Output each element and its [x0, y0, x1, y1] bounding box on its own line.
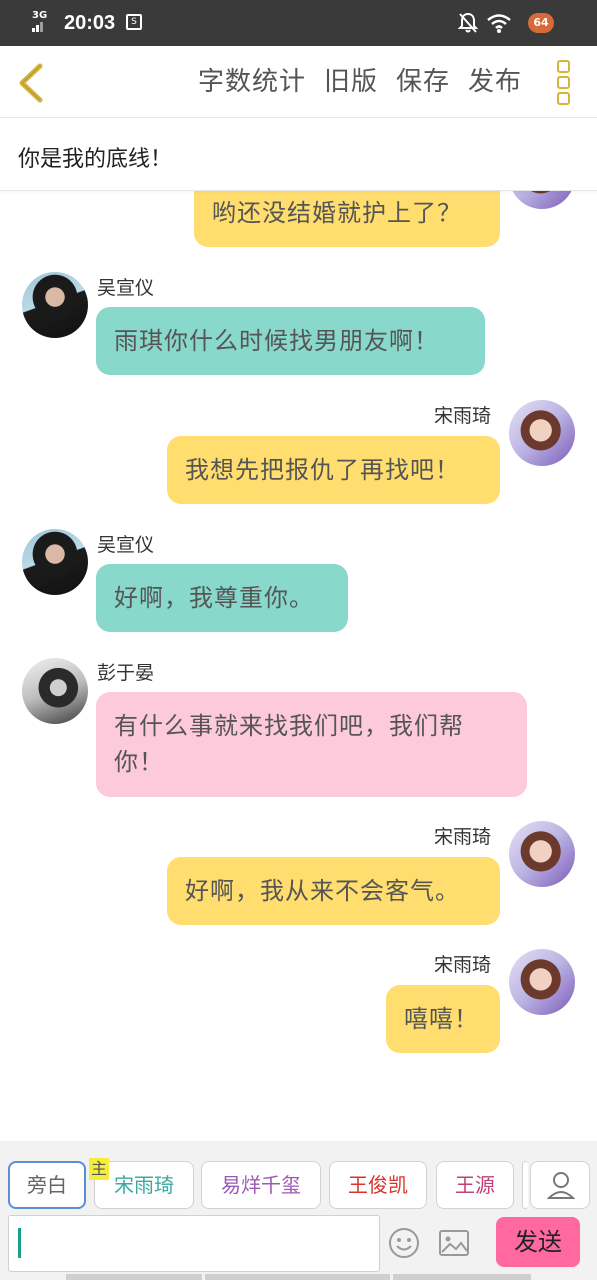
message-bubble[interactable]: 哟还没结婚就护上了？: [194, 191, 500, 247]
message-text-line: 你！: [114, 748, 164, 776]
battery-icon: 64: [520, 12, 554, 34]
text-cursor: [18, 1228, 21, 1258]
toolbar-actions: 字数统计 旧版 保存 发布: [198, 64, 522, 100]
speaker-name: 宋雨琦: [434, 826, 492, 848]
avatar[interactable]: [509, 191, 575, 209]
main-role-tag: 主: [89, 1158, 110, 1180]
mute-bell-icon: [458, 12, 478, 33]
role-selector: 旁白 主 宋雨琦 易烊千玺 王俊凯 王源: [0, 1141, 597, 1213]
message-text-line: 有什么事就来找我们吧，我们帮: [114, 712, 464, 740]
role-item-partial[interactable]: [522, 1161, 528, 1209]
back-arrow-icon[interactable]: [14, 62, 50, 104]
role-item[interactable]: 王源: [436, 1161, 514, 1209]
message-bubble[interactable]: 好啊，我从来不会客气。: [167, 857, 500, 925]
sim-icon: S: [126, 14, 142, 30]
message-bubble[interactable]: 嘻嘻！: [386, 985, 500, 1053]
speaker-name: 宋雨琦: [434, 405, 492, 427]
message-bubble[interactable]: 有什么事就来找我们吧，我们帮 你！: [96, 692, 527, 797]
old-version-button[interactable]: 旧版: [324, 64, 378, 100]
speaker-name: 吴宣仪: [97, 277, 155, 299]
status-bar: 3G 20:03 S 64: [0, 0, 597, 46]
avatar[interactable]: [22, 272, 88, 338]
avatar[interactable]: [509, 400, 575, 466]
role-label: 宋雨琦: [114, 1173, 174, 1197]
signal-icon: [32, 22, 46, 32]
emoji-icon[interactable]: [388, 1227, 420, 1259]
message-bubble[interactable]: 好啊，我尊重你。: [96, 564, 348, 632]
wifi-icon: [487, 14, 511, 33]
message-input[interactable]: [8, 1215, 380, 1272]
avatar[interactable]: [22, 529, 88, 595]
publish-button[interactable]: 发布: [468, 64, 522, 100]
send-button[interactable]: 发送: [496, 1217, 580, 1267]
avatar[interactable]: [509, 821, 575, 887]
speaker-name: 彭于晏: [97, 662, 155, 684]
chat-area[interactable]: 哟还没结婚就护上了？ 吴宣仪 雨琪你什么时候找男朋友啊！ 宋雨琦 我想先把报仇了…: [0, 191, 597, 1141]
role-narration[interactable]: 旁白: [8, 1161, 86, 1209]
speaker-name: 吴宣仪: [97, 534, 155, 556]
role-item[interactable]: 王俊凯: [329, 1161, 427, 1209]
more-menu-icon[interactable]: [554, 60, 572, 106]
user-icon: [546, 1172, 576, 1199]
image-icon[interactable]: [438, 1227, 470, 1259]
avatar[interactable]: [509, 949, 575, 1015]
word-count-button[interactable]: 字数统计: [198, 64, 306, 100]
battery-level: 64: [528, 13, 554, 33]
avatar[interactable]: [22, 658, 88, 724]
network-type: 3G: [32, 10, 48, 21]
message-bubble[interactable]: 我想先把报仇了再找吧！: [167, 436, 500, 504]
clock: 20:03: [64, 12, 116, 34]
role-item[interactable]: 易烊千玺: [201, 1161, 321, 1209]
editor-toolbar: 字数统计 旧版 保存 发布: [0, 46, 597, 118]
story-title: 你是我的底线！: [18, 147, 173, 172]
bottom-tab-hints: [0, 1274, 597, 1280]
role-item[interactable]: 主 宋雨琦: [89, 1158, 194, 1209]
message-bubble[interactable]: 雨琪你什么时候找男朋友啊！: [96, 307, 485, 375]
save-button[interactable]: 保存: [396, 64, 450, 100]
composer: 发送: [0, 1213, 597, 1280]
speaker-name: 宋雨琦: [434, 954, 492, 976]
add-role-button[interactable]: [530, 1161, 590, 1209]
story-title-bar[interactable]: 你是我的底线！: [0, 119, 597, 191]
